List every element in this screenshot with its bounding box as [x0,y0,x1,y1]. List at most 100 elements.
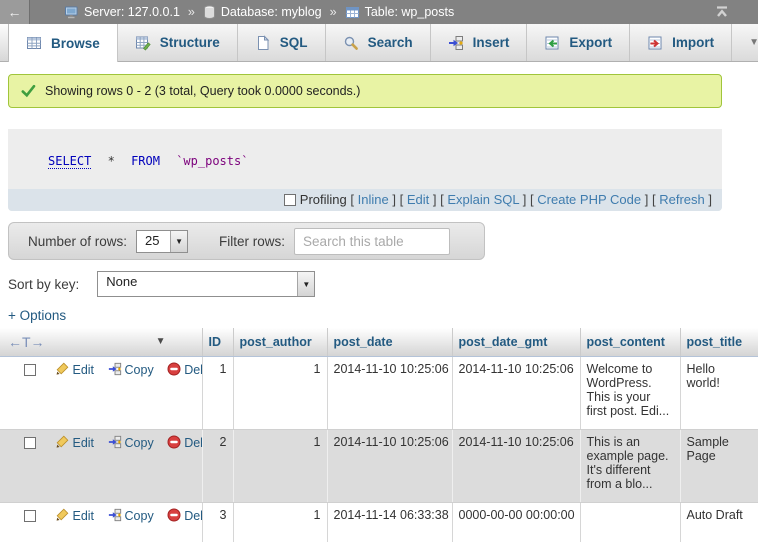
tab-insert-label: Insert [473,35,510,50]
column-header-post-content[interactable]: post_content [580,328,680,356]
vertical-display-icon[interactable]: ←T→ [8,334,45,350]
row-checkbox[interactable] [24,437,36,449]
search-icon [343,35,359,51]
cell-post-date: 2014-11-10 10:25:06 [327,356,452,429]
sort-by-key-value: None [98,272,297,296]
cell-post-content: Welcome to WordPress. This is your first… [580,356,680,429]
export-icon [544,35,560,51]
row-actions-cell: Edit Copy Delete [0,502,202,542]
status-message: Showing rows 0 - 2 (3 total, Query took … [8,74,722,108]
bracket: ] [708,192,712,207]
column-header-post-author[interactable]: post_author [233,328,327,356]
column-header-post-date[interactable]: post_date [327,328,452,356]
breadcrumb-separator: » [188,5,195,19]
refresh-link[interactable]: Refresh [659,192,705,207]
edit-query-link[interactable]: Edit [407,192,429,207]
success-check-icon [21,84,36,98]
cell-post-title: Hello world! [680,356,758,429]
sort-row: Sort by key: None ▼ [8,271,758,297]
sql-keyword-from: FROM [131,154,160,168]
breadcrumb-database[interactable]: Database: myblog [203,5,322,20]
sort-by-key-select[interactable]: None ▼ [97,271,315,297]
cell-id: 3 [202,502,233,542]
table-row: Edit Copy Delete 3 1 2014-11-14 06:33:38… [0,502,758,542]
delete-link[interactable]: Delete [184,363,202,377]
select-arrow-icon: ▼ [170,231,187,252]
sql-table-name: `wp_posts` [176,154,248,168]
row-checkbox[interactable] [24,364,36,376]
bracket: [ [652,192,656,207]
status-message-text: Showing rows 0 - 2 (3 total, Query took … [45,84,360,98]
copy-link[interactable]: Copy [125,436,154,450]
tab-browse[interactable]: Browse [8,24,118,62]
edit-link[interactable]: Edit [72,509,94,523]
delete-link[interactable]: Delete [184,436,202,450]
table-row: Edit Copy Delete 2 1 2014-11-10 10:25:06… [0,429,758,502]
breadcrumb-server[interactable]: Server: 127.0.0.1 [64,5,180,20]
row-actions-header: ←T→ ▼ [0,328,202,356]
cell-post-content: This is an example page. It's different … [580,429,680,502]
cell-post-author: 1 [233,502,327,542]
back-icon: ← [8,4,22,20]
tab-more[interactable]: ▼ More [732,24,758,61]
number-of-rows-select[interactable]: 25 ▼ [136,230,188,253]
row-checkbox[interactable] [24,510,36,522]
breadcrumb-separator: » [330,5,337,19]
bracket: ] [433,192,437,207]
explain-sql-link[interactable]: Explain SQL [447,192,519,207]
profiling-checkbox[interactable] [284,194,296,206]
tab-browse-label: Browse [51,36,100,51]
cell-post-content [580,502,680,542]
sql-keyword-select[interactable]: SELECT [48,154,91,169]
tab-insert[interactable]: Insert [431,24,528,61]
tab-export[interactable]: Export [527,24,630,61]
delete-icon[interactable] [167,362,181,376]
bracket: ] [523,192,527,207]
copy-row-icon[interactable] [108,508,122,522]
options-toggle-link[interactable]: + Options [8,308,66,323]
copy-row-icon[interactable] [108,435,122,449]
tab-import-label: Import [672,35,714,50]
copy-row-icon[interactable] [108,362,122,376]
inline-link[interactable]: Inline [358,192,389,207]
cell-post-date: 2014-11-10 10:25:06 [327,429,452,502]
sql-star: * [108,154,115,168]
row-actions-cell: Edit Copy Delete [0,356,202,429]
structure-icon [135,35,151,51]
column-header-id[interactable]: ID [202,328,233,356]
edit-link[interactable]: Edit [72,363,94,377]
with-selected-dropdown-icon[interactable]: ▼ [156,336,166,347]
edit-link[interactable]: Edit [72,436,94,450]
sql-icon [255,35,271,51]
create-php-code-link[interactable]: Create PHP Code [537,192,641,207]
bracket: ] [392,192,396,207]
column-header-post-date-gmt[interactable]: post_date_gmt [452,328,580,356]
tab-sql[interactable]: SQL [238,24,326,61]
delete-link[interactable]: Delete [184,509,202,523]
sort-by-key-label: Sort by key: [8,277,79,292]
tab-structure[interactable]: Structure [118,24,238,61]
copy-link[interactable]: Copy [125,363,154,377]
edit-pencil-icon[interactable] [55,435,69,449]
delete-icon[interactable] [167,435,181,449]
back-button[interactable]: ← [0,0,30,24]
breadcrumb-database-label: Database: myblog [221,5,322,19]
copy-link[interactable]: Copy [125,509,154,523]
breadcrumb: Server: 127.0.0.1 » Database: myblog » T… [64,5,454,20]
cell-post-author: 1 [233,356,327,429]
delete-icon[interactable] [167,508,181,522]
cell-post-date-gmt: 0000-00-00 00:00:00 [452,502,580,542]
tab-search[interactable]: Search [326,24,431,61]
collapse-icon[interactable] [714,5,730,19]
edit-pencil-icon[interactable] [55,362,69,376]
bracket: [ [530,192,534,207]
breadcrumb-table[interactable]: Table: wp_posts [345,5,455,20]
tab-import[interactable]: Import [630,24,732,61]
cell-post-title: Sample Page [680,429,758,502]
filter-rows-input[interactable] [294,228,450,255]
bracket: [ [440,192,444,207]
row-actions-cell: Edit Copy Delete [0,429,202,502]
column-header-post-title[interactable]: post_title [680,328,758,356]
server-icon [64,5,79,20]
edit-pencil-icon[interactable] [55,508,69,522]
